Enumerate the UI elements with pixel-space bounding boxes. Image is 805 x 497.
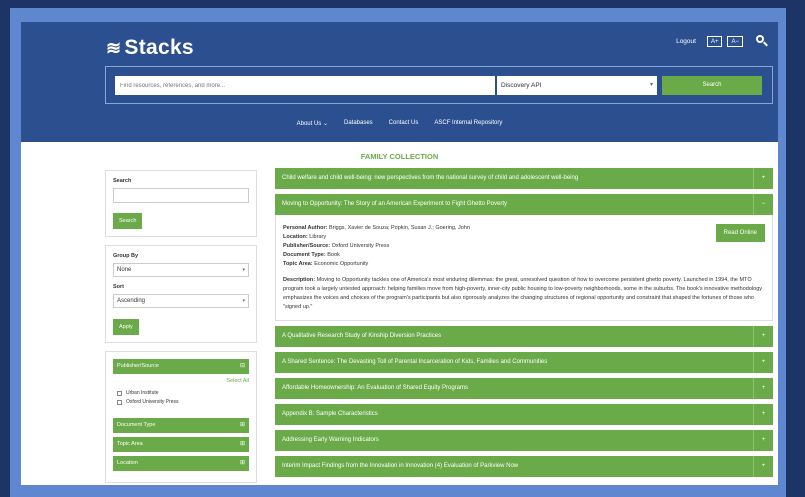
select-all-link[interactable]: Select All xyxy=(113,378,249,384)
chevron-down-icon: ▾ xyxy=(242,298,245,304)
sidebar-search-input[interactable] xyxy=(113,188,249,203)
result-item[interactable]: Child welfare and child well-being: new … xyxy=(275,168,773,189)
publisher-option-label: Urban Institute xyxy=(126,390,159,396)
collection-title: FAMILY COLLECTION xyxy=(360,152,439,161)
source-select[interactable]: Discovery API ▾ xyxy=(497,76,657,95)
apply-button[interactable]: Apply xyxy=(113,319,139,335)
group-sort-panel: Group By None ▾ Sort Ascending ▾ Apply xyxy=(105,245,257,343)
search-button[interactable]: Search xyxy=(662,76,762,95)
checkbox[interactable] xyxy=(117,399,122,405)
detail-publisher: Publisher/Source: Oxford University Pres… xyxy=(283,243,390,249)
font-increase-button[interactable]: A+ xyxy=(706,35,723,47)
expand-icon[interactable]: + xyxy=(753,168,773,189)
expand-icon[interactable]: + xyxy=(753,352,773,373)
result-title: Interim Impact Findings from the Innovat… xyxy=(282,463,519,469)
result-title: Appendix B: Sample Characteristics xyxy=(282,411,378,417)
collapse-icon: ⊟ xyxy=(239,363,245,369)
results-list: Child welfare and child well-being: new … xyxy=(275,168,773,482)
facet-topic-area[interactable]: Topic Area ⊞ xyxy=(113,437,249,452)
collapse-icon[interactable]: − xyxy=(753,194,773,215)
facet-location-label: Location xyxy=(117,460,138,466)
expand-icon[interactable]: + xyxy=(753,404,773,425)
checkbox[interactable] xyxy=(117,390,122,396)
source-select-value: Discovery API xyxy=(501,82,542,89)
sort-select[interactable]: Ascending ▾ xyxy=(113,294,249,308)
result-title: A Qualitative Research Study of Kinship … xyxy=(282,333,442,339)
chevron-down-icon: ▾ xyxy=(242,267,245,273)
publisher-option[interactable]: Urban Institute xyxy=(113,390,249,396)
logo[interactable]: ≋ Stacks xyxy=(106,36,194,60)
result-title: Addressing Early Warning Indicators xyxy=(282,437,379,443)
font-decrease-button[interactable]: A− xyxy=(727,35,743,47)
group-by-value: None xyxy=(117,267,132,273)
sort-value: Ascending xyxy=(117,298,146,304)
result-item[interactable]: Addressing Early Warning Indicators + xyxy=(275,430,773,451)
site-header: ≋ Stacks Logout A+ A− Discovery API ▾ Se… xyxy=(21,22,778,142)
expand-icon[interactable]: + xyxy=(753,326,773,347)
group-by-select[interactable]: None ▾ xyxy=(113,263,249,277)
facet-document-type-label: Document Type xyxy=(117,422,156,428)
nav-contact-us[interactable]: Contact Us xyxy=(389,120,419,127)
facet-publisher-label: Publisher/Source xyxy=(117,363,159,369)
detail-location: Location: Library xyxy=(283,234,327,240)
result-item[interactable]: Interim Impact Findings from the Innovat… xyxy=(275,456,773,477)
detail-document-type: Document Type: Book xyxy=(283,252,340,258)
search-icon[interactable] xyxy=(756,35,768,47)
expand-icon[interactable]: + xyxy=(753,456,773,477)
detail-topic-area: Topic Area: Economic Opportunity xyxy=(283,261,369,267)
expand-icon[interactable]: + xyxy=(753,378,773,399)
result-title: Child welfare and child well-being: new … xyxy=(282,175,579,181)
expand-icon: ⊞ xyxy=(239,422,245,428)
logout-link[interactable]: Logout xyxy=(676,38,696,45)
detail-description: Description: Moving to Opportunity tackl… xyxy=(283,277,762,310)
sidebar: Search Search Group By None ▾ Sort Ascen… xyxy=(105,170,257,483)
result-detail: Personal Author: Briggs, Xavier de Souza… xyxy=(275,215,773,321)
facet-document-type[interactable]: Document Type ⊞ xyxy=(113,418,249,433)
expand-icon[interactable]: + xyxy=(753,430,773,451)
nav-databases[interactable]: Databases xyxy=(344,120,373,127)
facet-publisher[interactable]: Publisher/Source ⊟ xyxy=(113,359,249,374)
facets-panel: Publisher/Source ⊟ Select All Urban Inst… xyxy=(105,351,257,483)
search-label: Search xyxy=(113,178,132,184)
nav-internal-repository[interactable]: ASCF Internal Repository xyxy=(434,120,502,127)
group-by-label: Group By xyxy=(113,253,139,259)
read-online-button[interactable]: Read Online xyxy=(715,224,765,242)
app-screen: ≋ Stacks Logout A+ A− Discovery API ▾ Se… xyxy=(21,22,778,485)
result-item[interactable]: Appendix B: Sample Characteristics + xyxy=(275,404,773,425)
search-panel: Search Search xyxy=(105,170,257,237)
sort-label: Sort xyxy=(113,284,124,290)
result-title: A Shared Sentence: The Devasting Toll of… xyxy=(282,359,548,365)
expand-icon: ⊞ xyxy=(239,441,245,447)
detail-author: Personal Author: Briggs, Xavier de Souza… xyxy=(283,225,470,231)
nav-about-us[interactable]: About Us ⌄ xyxy=(297,120,328,127)
chevron-down-icon: ▾ xyxy=(649,82,653,88)
main-nav: About Us ⌄ Databases Contact Us ASCF Int… xyxy=(21,120,778,127)
expand-icon: ⊞ xyxy=(239,460,245,466)
facet-topic-area-label: Topic Area xyxy=(117,441,143,447)
result-item[interactable]: A Qualitative Research Study of Kinship … xyxy=(275,326,773,347)
header-utilities: Logout A+ A− xyxy=(676,35,768,47)
result-title: Affordable Homeownership: An Evaluation … xyxy=(282,385,468,391)
publisher-option-label: Oxford University Press xyxy=(126,399,179,405)
logo-text: Stacks xyxy=(124,36,194,59)
stacks-logo-icon: ≋ xyxy=(106,37,122,58)
search-bar: Discovery API ▾ Search xyxy=(105,66,773,104)
sidebar-search-button[interactable]: Search xyxy=(113,213,143,229)
publisher-option[interactable]: Oxford University Press xyxy=(113,399,249,405)
result-item[interactable]: A Shared Sentence: The Devasting Toll of… xyxy=(275,352,773,373)
result-item-expanded[interactable]: Moving to Opportunity: The Story of an A… xyxy=(275,194,773,215)
result-item[interactable]: Affordable Homeownership: An Evaluation … xyxy=(275,378,773,399)
facet-location[interactable]: Location ⊞ xyxy=(113,456,249,471)
search-input[interactable] xyxy=(115,76,495,95)
result-title: Moving to Opportunity: The Story of an A… xyxy=(282,201,507,207)
